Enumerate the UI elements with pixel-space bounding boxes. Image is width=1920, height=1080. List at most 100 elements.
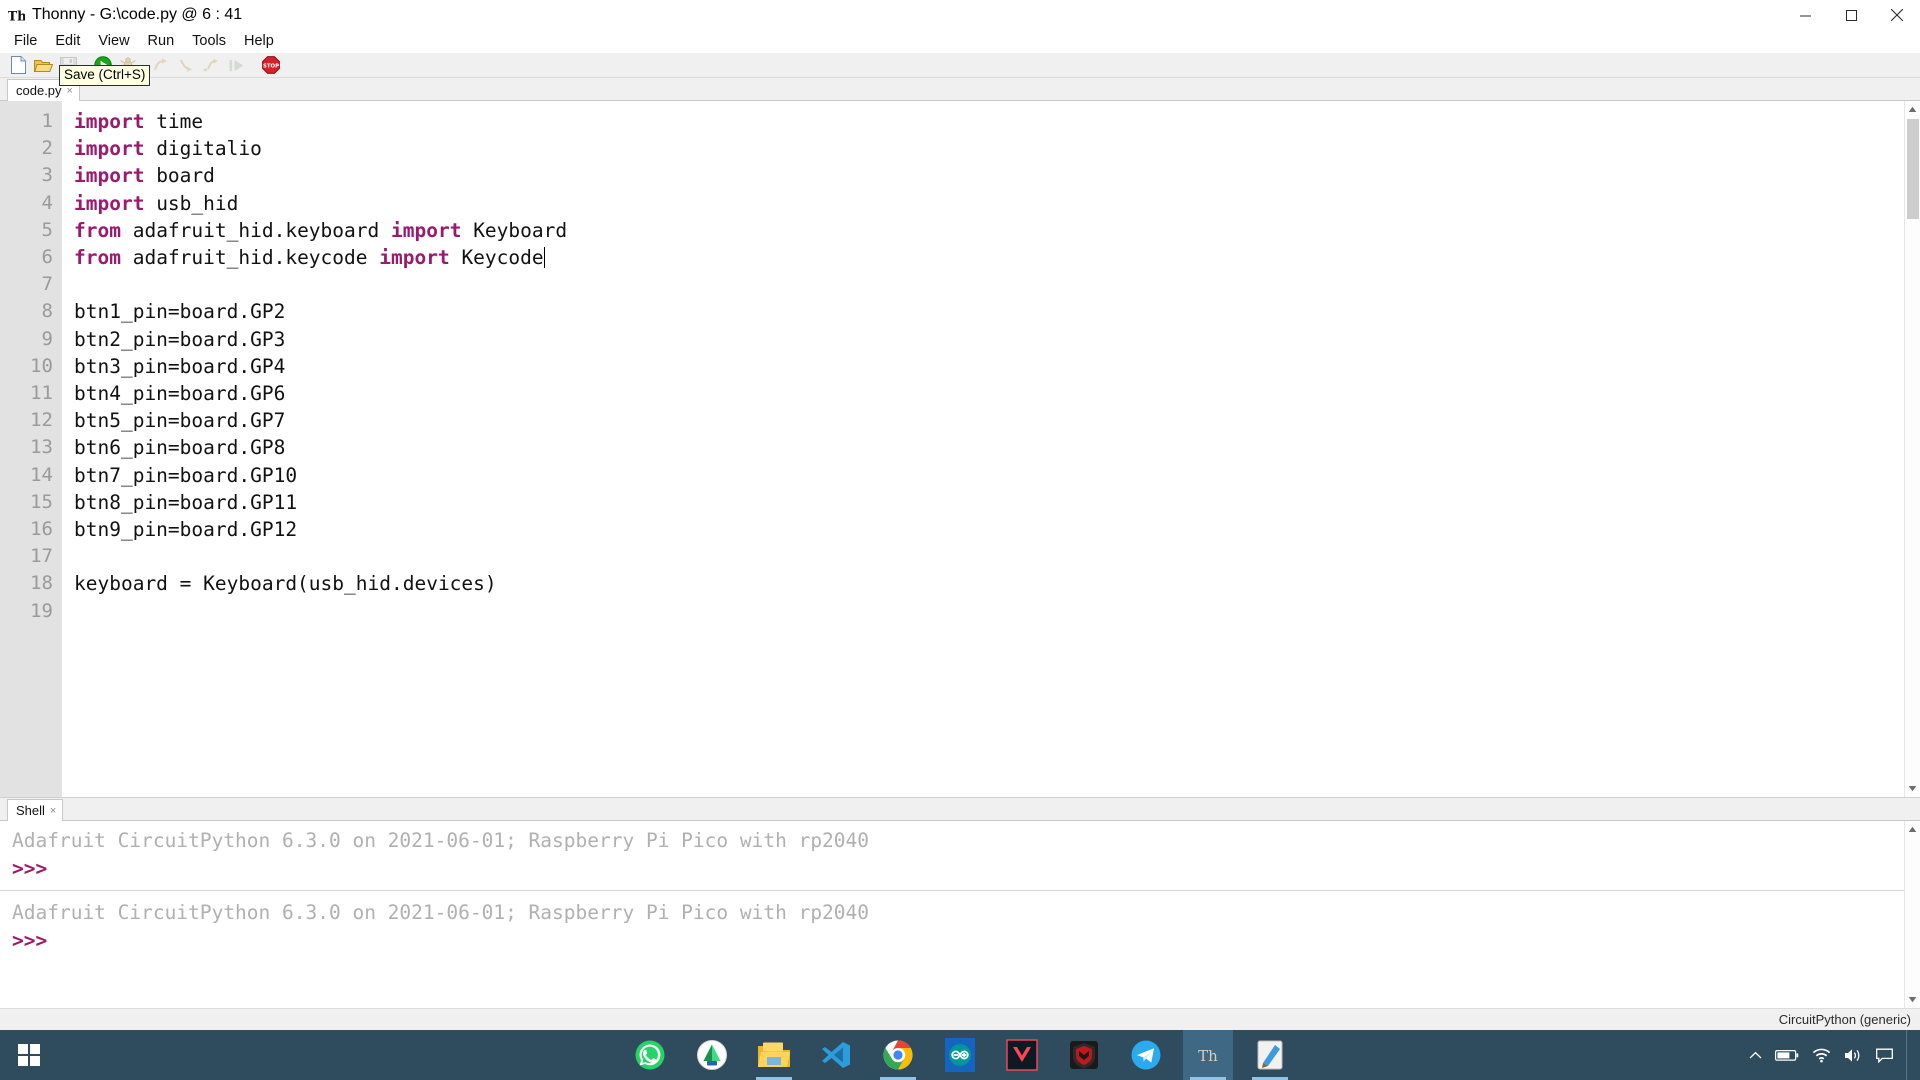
- editor-line-number-gutter: 1 2 3 4 5 6 7 8 9 10 11 12 13 14 15 16 17 18 19: [0, 101, 62, 797]
- taskbar-vscode[interactable]: [811, 1030, 861, 1080]
- code-keyword: import: [74, 164, 145, 188]
- taskbar-app-icons: Th: [625, 1030, 1295, 1080]
- code-text: usb_hid: [144, 191, 239, 215]
- editor-scrollbar-thumb[interactable]: [1907, 119, 1919, 219]
- code-text: adafruit_hid.keycode: [120, 246, 380, 270]
- code-text: btn1_pin=board.GP2: [74, 300, 286, 324]
- taskbar-paint[interactable]: [1245, 1030, 1295, 1080]
- save-tooltip: Save (Ctrl+S): [59, 65, 151, 86]
- code-text: board: [144, 164, 215, 188]
- code-text: btn8_pin=board.GP11: [74, 490, 298, 514]
- line-number: 16: [30, 518, 53, 541]
- taskbar-thonny[interactable]: Th: [1183, 1030, 1233, 1080]
- volume-icon[interactable]: [1844, 1048, 1863, 1063]
- wifi-icon[interactable]: [1812, 1048, 1831, 1063]
- minimize-button[interactable]: [1782, 0, 1828, 30]
- code-text: btn9_pin=board.GP12: [74, 518, 298, 542]
- menu-file[interactable]: File: [5, 31, 46, 52]
- shell-scroll-up-arrow[interactable]: [1905, 821, 1920, 838]
- line-number: 14: [30, 463, 53, 486]
- code-line: import usb_hid: [74, 190, 1904, 217]
- code-text: btn6_pin=board.GP8: [74, 436, 286, 460]
- title-bar: Th Thonny - G:\code.py @ 6 : 41: [0, 0, 1920, 30]
- shell-vertical-scrollbar[interactable]: [1904, 821, 1920, 1008]
- line-number: 6: [41, 246, 53, 269]
- line-number: 10: [30, 354, 53, 377]
- maximize-button[interactable]: [1828, 0, 1874, 30]
- line-number: 4: [41, 191, 53, 214]
- shell-prompt[interactable]: >>>: [12, 927, 1904, 955]
- shell-prompt[interactable]: >>>: [12, 855, 1904, 883]
- menu-edit[interactable]: Edit: [46, 31, 89, 52]
- line-number: 15: [30, 490, 53, 513]
- menu-help[interactable]: Help: [235, 31, 283, 52]
- start-button[interactable]: [0, 1030, 58, 1080]
- svg-text:STOP: STOP: [262, 64, 278, 70]
- taskbar-file-explorer[interactable]: [749, 1030, 799, 1080]
- menu-bar: File Edit View Run Tools Help: [0, 30, 1920, 53]
- editor-notebook: code.py × 1 2 3 4 5 6 7 8 9 10 11 12 13 14 15 16 17 18 19 …: [0, 78, 1920, 798]
- code-line: from adafruit_hid.keycode import Keycode: [74, 244, 1904, 271]
- shell-tab[interactable]: Shell ×: [7, 799, 64, 821]
- taskbar-whatsapp[interactable]: [625, 1030, 675, 1080]
- menu-tools[interactable]: Tools: [183, 31, 235, 52]
- code-line: btn5_pin=board.GP7: [74, 407, 1904, 434]
- toolbar: STOP Save (Ctrl+S): [0, 53, 1920, 86]
- show-desktop-button[interactable]: [1906, 1030, 1914, 1080]
- taskbar-telegram[interactable]: [1121, 1030, 1171, 1080]
- step-over-icon[interactable]: [150, 54, 173, 76]
- shell-output-area[interactable]: Adafruit CircuitPython 6.3.0 on 2021-06-…: [0, 821, 1904, 1008]
- code-keyword: from: [74, 218, 121, 242]
- line-number: 3: [41, 164, 53, 187]
- code-text-area[interactable]: import time import digitalio import board i…: [62, 101, 1904, 797]
- editor-tabstrip: code.py ×: [0, 78, 1920, 101]
- line-number: 19: [30, 599, 53, 622]
- taskbar-chrome[interactable]: [873, 1030, 923, 1080]
- show-hidden-icons[interactable]: [1749, 1051, 1762, 1060]
- code-text: btn5_pin=board.GP7: [74, 409, 286, 433]
- stop-sign-icon[interactable]: STOP: [259, 54, 282, 76]
- code-line: btn3_pin=board.GP4: [74, 353, 1904, 380]
- line-number: 5: [41, 218, 53, 241]
- code-text: btn3_pin=board.GP4: [74, 354, 286, 378]
- close-button[interactable]: [1874, 0, 1920, 30]
- line-number: 17: [30, 545, 53, 568]
- title-bar-left: Th Thonny - G:\code.py @ 6 : 41: [0, 6, 242, 24]
- editor-scroll-down-arrow[interactable]: [1905, 780, 1920, 797]
- code-text: time: [144, 110, 204, 133]
- code-keyword: import: [74, 137, 145, 161]
- open-folder-icon[interactable]: [32, 54, 55, 76]
- editor-vertical-scrollbar[interactable]: [1904, 101, 1920, 797]
- code-line: btn7_pin=board.GP10: [74, 462, 1904, 489]
- shell-tab-close-icon[interactable]: ×: [50, 805, 56, 816]
- line-number: 1: [41, 110, 53, 132]
- step-into-icon[interactable]: [175, 54, 198, 76]
- shell-scroll-down-arrow[interactable]: [1905, 991, 1920, 1008]
- line-number: 8: [41, 300, 53, 323]
- code-keyword: import: [74, 191, 145, 215]
- interpreter-status[interactable]: CircuitPython (generic): [1779, 1012, 1911, 1027]
- action-center-icon[interactable]: [1876, 1048, 1893, 1063]
- code-keyword: import: [379, 246, 450, 270]
- new-file-icon[interactable]: [7, 54, 30, 76]
- code-line: btn6_pin=board.GP8: [74, 434, 1904, 461]
- taskbar-valorant[interactable]: [997, 1030, 1047, 1080]
- menu-run[interactable]: Run: [139, 31, 184, 52]
- code-line: import time: [74, 108, 1904, 135]
- resume-icon[interactable]: [225, 54, 248, 76]
- battery-icon[interactable]: [1775, 1049, 1799, 1062]
- editor-scroll-up-arrow[interactable]: [1905, 101, 1920, 118]
- taskbar-predator[interactable]: [1059, 1030, 1109, 1080]
- step-out-icon[interactable]: [200, 54, 223, 76]
- taskbar-android-studio[interactable]: [687, 1030, 737, 1080]
- code-text: Keycode: [449, 246, 544, 270]
- taskbar-arduino[interactable]: [935, 1030, 985, 1080]
- code-line: from adafruit_hid.keyboard import Keyboa…: [74, 217, 1904, 244]
- editor-tab-close-icon[interactable]: ×: [67, 85, 73, 96]
- line-number: 9: [41, 327, 53, 350]
- line-number: 7: [41, 273, 53, 296]
- menu-view[interactable]: View: [89, 31, 138, 52]
- code-line: keyboard = Keyboard(usb_hid.devices): [74, 570, 1904, 597]
- line-number: 12: [30, 409, 53, 432]
